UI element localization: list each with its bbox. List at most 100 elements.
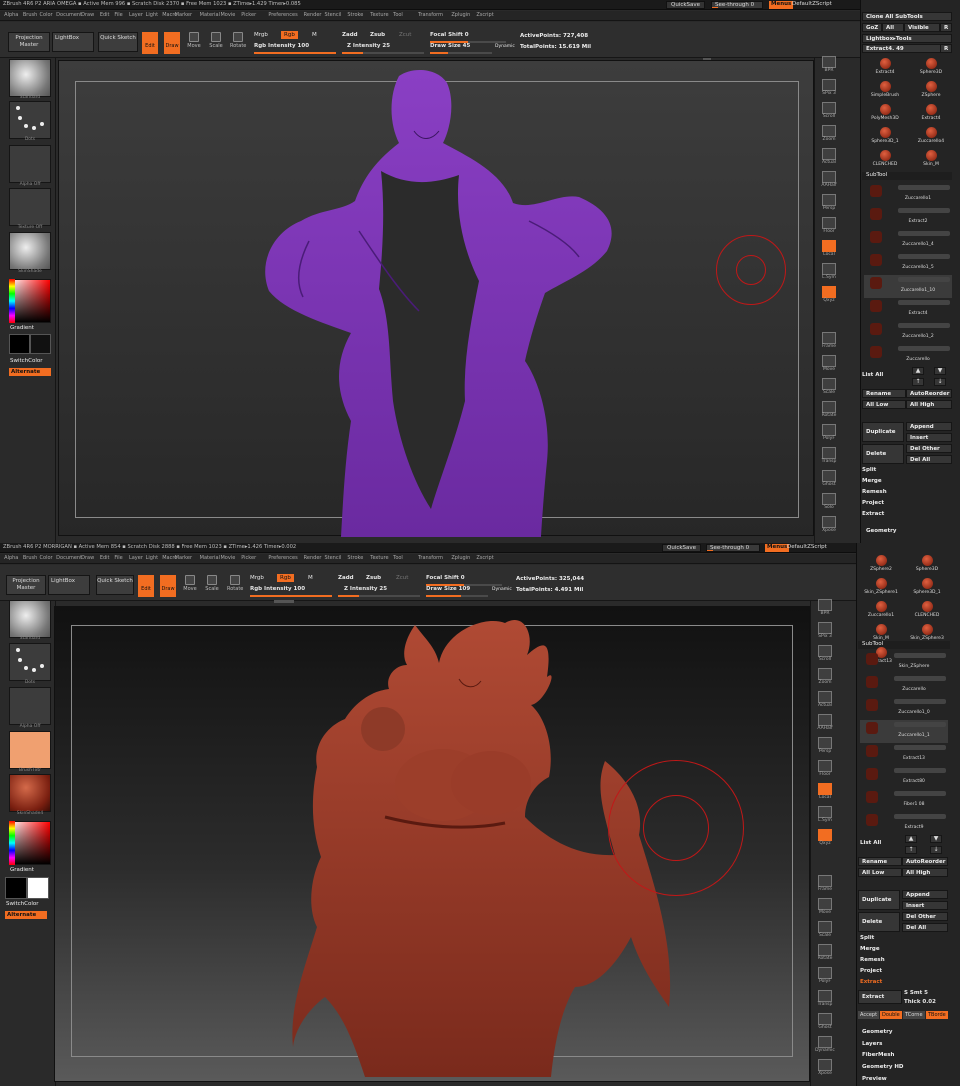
menu-tool[interactable]: Tool bbox=[393, 555, 403, 561]
default-zscript-button[interactable]: DefaultZScript bbox=[792, 1, 832, 8]
stroke-thumbnail[interactable] bbox=[9, 101, 51, 139]
quicksave-button[interactable]: QuickSave bbox=[662, 544, 702, 552]
insert-button[interactable]: Insert bbox=[906, 433, 952, 442]
color-picker[interactable] bbox=[9, 821, 51, 865]
shelf-move[interactable]: Move bbox=[819, 355, 839, 375]
project-menu[interactable]: Project bbox=[862, 500, 884, 506]
rgb-button[interactable]: Rgb bbox=[277, 574, 294, 582]
shelf-frame[interactable]: Frame bbox=[815, 875, 835, 895]
shelf-rotate[interactable]: Rotate bbox=[815, 944, 835, 964]
all-low-button[interactable]: All Low bbox=[862, 400, 906, 409]
tool-tile[interactable]: Sphere3D bbox=[906, 553, 948, 575]
zsub-button[interactable]: Zsub bbox=[366, 575, 381, 581]
merge-menu[interactable]: Merge bbox=[860, 946, 880, 952]
m-button[interactable]: M bbox=[308, 575, 313, 581]
tool-tile[interactable]: Zuccarello4 bbox=[910, 125, 952, 147]
default-zscript-button[interactable]: DefaultZScript bbox=[787, 544, 827, 551]
move-up-arrow-button[interactable]: ↑ bbox=[912, 378, 924, 386]
move-down-arrow-button[interactable]: ↓ bbox=[930, 846, 942, 854]
dynamic-toggle[interactable]: Dynamic bbox=[492, 587, 512, 592]
tool-tile[interactable]: Sphere3D bbox=[910, 56, 952, 78]
brush-thumbnail[interactable] bbox=[9, 59, 51, 97]
menus-button[interactable]: Menus bbox=[769, 1, 794, 9]
shelf-polyf[interactable]: PolyF bbox=[815, 967, 835, 987]
tool-tile[interactable]: Skin_M bbox=[910, 148, 952, 170]
goz-all-button[interactable]: All bbox=[882, 23, 904, 32]
split-menu[interactable]: Split bbox=[860, 935, 874, 941]
tool-tile[interactable]: Extract4 bbox=[910, 102, 952, 124]
z-intensity-track[interactable] bbox=[338, 595, 420, 597]
menu-light[interactable]: Light bbox=[146, 555, 158, 561]
shelf-l-sym[interactable]: L.Sym bbox=[819, 263, 839, 283]
menu-color[interactable]: Color bbox=[40, 555, 53, 561]
secondary-color-swatch[interactable] bbox=[27, 877, 49, 899]
goz-button[interactable]: GoZ bbox=[862, 23, 882, 32]
shelf-spix-3[interactable]: SPix 3 bbox=[819, 79, 839, 99]
mrgb-button[interactable]: Mrgb bbox=[254, 32, 268, 38]
menu-preferences[interactable]: Preferences bbox=[268, 12, 297, 18]
menu-layer[interactable]: Layer bbox=[129, 555, 143, 561]
draw-size-slider[interactable]: Draw Size 45 bbox=[430, 43, 470, 49]
gradient-label[interactable]: Gradient bbox=[10, 325, 34, 331]
subtool-row[interactable]: Skin_ZSphere bbox=[860, 651, 948, 674]
move-button[interactable]: Move bbox=[182, 575, 198, 595]
insert-button[interactable]: Insert bbox=[902, 901, 948, 910]
menu-alpha[interactable]: Alpha bbox=[4, 555, 18, 561]
menu-brush[interactable]: Brush bbox=[23, 555, 37, 561]
menu-texture[interactable]: Texture bbox=[370, 12, 388, 18]
rgb-intensity-track[interactable] bbox=[254, 52, 336, 54]
shelf-actual[interactable]: Actual bbox=[819, 148, 839, 168]
draw-size-track[interactable] bbox=[430, 52, 492, 54]
thick-slider[interactable]: Thick 0.02 bbox=[904, 999, 936, 1005]
extract-menu[interactable]: Extract bbox=[862, 511, 884, 517]
move-down-arrow-button[interactable]: ↓ bbox=[934, 378, 946, 386]
menu-tool[interactable]: Tool bbox=[393, 12, 403, 18]
subtool-toggles[interactable] bbox=[898, 208, 950, 213]
auto-reorder-button[interactable]: AutoReorder bbox=[906, 389, 952, 398]
geometry-menu[interactable]: Geometry bbox=[866, 528, 896, 534]
menu-stroke[interactable]: Stroke bbox=[347, 12, 363, 18]
geometry-hd-menu[interactable]: Geometry HD bbox=[862, 1064, 904, 1070]
shelf-qxyz[interactable]: Qxyz bbox=[819, 286, 839, 306]
rotate-button[interactable]: Rotate bbox=[230, 32, 246, 52]
all-low-button[interactable]: All Low bbox=[858, 868, 902, 877]
shelf-move[interactable]: Move bbox=[815, 898, 835, 918]
rename-button[interactable]: Rename bbox=[862, 389, 906, 398]
subtool-row[interactable]: Extract2 bbox=[864, 206, 952, 229]
current-tool-slider[interactable]: Extract4. 49 bbox=[862, 44, 942, 53]
del-other-button[interactable]: Del Other bbox=[902, 912, 948, 921]
shelf-bpr[interactable]: BPR bbox=[819, 56, 839, 76]
rgb-intensity-track[interactable] bbox=[250, 595, 332, 597]
shelf-ghost[interactable]: Ghost bbox=[819, 470, 839, 490]
subtool-row[interactable]: Zuccarello1_1 bbox=[860, 720, 948, 743]
alpha-thumbnail[interactable] bbox=[9, 145, 51, 183]
menu-marker[interactable]: Marker bbox=[175, 12, 192, 18]
list-all-button[interactable]: List All bbox=[860, 840, 881, 846]
tool-tile[interactable]: Sphere3D_1 bbox=[864, 125, 906, 147]
auto-reorder-button[interactable]: AutoReorder bbox=[902, 857, 948, 866]
menu-picker[interactable]: Picker bbox=[241, 555, 256, 561]
menu-draw[interactable]: Draw bbox=[81, 12, 94, 18]
menu-movie[interactable]: Movie bbox=[220, 555, 235, 561]
hue-strip[interactable] bbox=[9, 279, 15, 323]
subtool-row[interactable]: Zuccarello bbox=[860, 674, 948, 697]
switch-color-button[interactable]: SwitchColor bbox=[6, 901, 39, 907]
menu-file[interactable]: File bbox=[114, 12, 122, 18]
all-high-button[interactable]: All High bbox=[902, 868, 948, 877]
edit-button[interactable]: Edit bbox=[142, 32, 158, 54]
menu-movie[interactable]: Movie bbox=[220, 12, 235, 18]
quicksave-button[interactable]: QuickSave bbox=[666, 1, 706, 9]
menu-brush[interactable]: Brush bbox=[23, 12, 37, 18]
subtool-row[interactable]: Zuccarello1_0 bbox=[860, 697, 948, 720]
stroke-thumbnail[interactable] bbox=[9, 643, 51, 681]
draw-size-track[interactable] bbox=[426, 595, 488, 597]
subtool-toggles[interactable] bbox=[894, 653, 946, 658]
menu-file[interactable]: File bbox=[114, 555, 122, 561]
geometry-menu[interactable]: Geometry bbox=[862, 1029, 892, 1035]
del-other-button[interactable]: Del Other bbox=[906, 444, 952, 453]
subtool-toggles[interactable] bbox=[894, 814, 946, 819]
extract-button[interactable]: Extract bbox=[858, 990, 902, 1004]
tcorner-toggle[interactable]: TCorne bbox=[903, 1011, 925, 1019]
shelf-xpose[interactable]: Xpose bbox=[819, 516, 839, 536]
projection-master-button[interactable]: Projection Master bbox=[6, 575, 46, 595]
